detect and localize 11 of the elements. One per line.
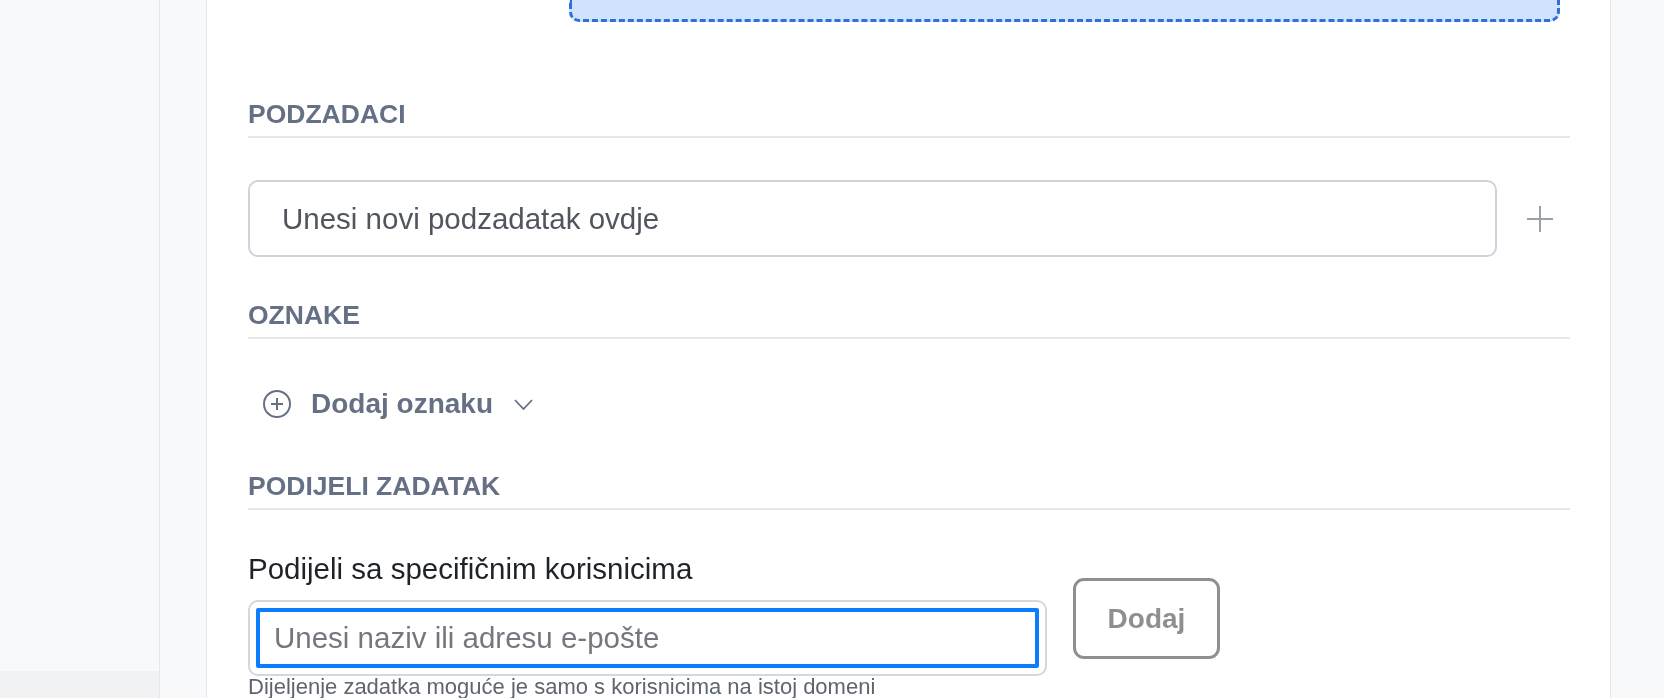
chevron-down-icon: [514, 398, 533, 410]
helper-text: Dijeljenje zadatka moguće je samo s korisnicima na istoj domeni: [248, 676, 877, 698]
section-heading: PODZADACI: [248, 98, 1570, 138]
plus-icon[interactable]: [1527, 205, 1553, 232]
add-tag-button[interactable]: Dodaj oznaku: [248, 384, 533, 424]
plus-circle-icon: [263, 390, 291, 418]
section-heading: PODIJELI ZADATAK: [248, 470, 1570, 510]
email-input[interactable]: Unesi naziv ili adresu e-pošte: [248, 600, 1047, 676]
field-label: Podijeli sa specifičnim korisnicima: [248, 551, 694, 587]
section-heading: OZNAKE: [248, 299, 1570, 339]
subtask-input[interactable]: Unesi novi podzadatak ovdje: [248, 180, 1497, 257]
